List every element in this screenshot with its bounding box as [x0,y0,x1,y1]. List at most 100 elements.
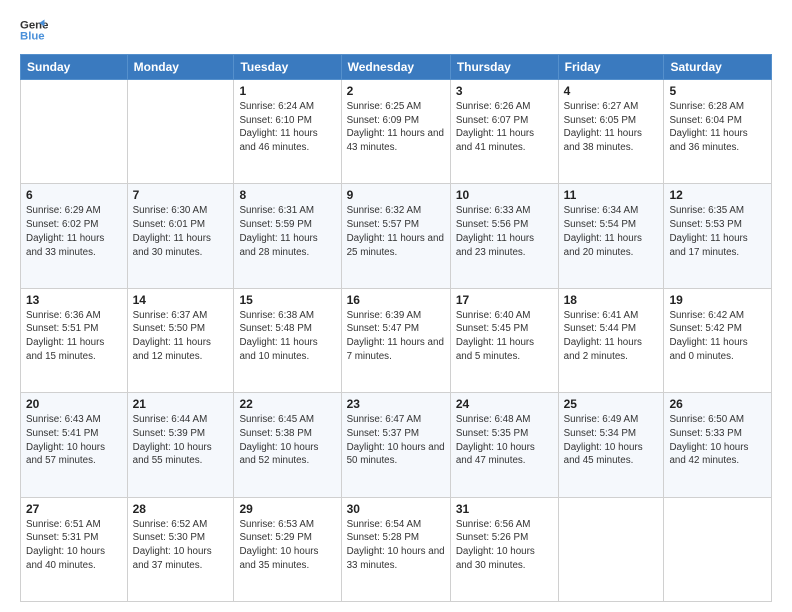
day-number: 1 [239,84,335,98]
calendar-cell: 18 Sunrise: 6:41 AMSunset: 5:44 PMDayligh… [558,288,664,392]
week-row-3: 13 Sunrise: 6:36 AMSunset: 5:51 PMDayligh… [21,288,772,392]
calendar-cell: 15Sunrise: 6:38 AMSunset: 5:48 PMDayligh… [234,288,341,392]
day-detail: Sunrise: 6:30 AMSunset: 6:01 PMDaylight:… [133,204,229,259]
day-number: 31 [456,502,553,516]
day-number: 10 [456,188,553,202]
day-detail: Sunrise: 6:54 AMSunset: 5:28 PMDaylight:… [347,518,445,573]
calendar-cell: 10 Sunrise: 6:33 AMSunset: 5:56 PMDayligh… [450,184,558,288]
calendar-cell: 12 Sunrise: 6:35 AMSunset: 5:53 PMDayligh… [664,184,772,288]
calendar-cell: 19 Sunrise: 6:42 AMSunset: 5:42 PMDayligh… [664,288,772,392]
day-detail: Sunrise: 6:56 AMSunset: 5:26 PMDaylight:… [456,518,553,573]
day-detail: Sunrise: 6:29 AMSunset: 6:02 PMDaylight:… [26,204,122,259]
day-number: 13 [26,293,122,307]
calendar-body: 1 Sunrise: 6:24 AMSunset: 6:10 PMDaylight… [21,80,772,602]
day-detail: Sunrise: 6:31 AMSunset: 5:59 PMDaylight:… [239,204,335,259]
day-detail: Sunrise: 6:28 AMSunset: 6:04 PMDaylight:… [669,100,766,155]
calendar-cell: 8 Sunrise: 6:31 AMSunset: 5:59 PMDaylight… [234,184,341,288]
week-row-2: 6 Sunrise: 6:29 AMSunset: 6:02 PMDaylight… [21,184,772,288]
day-number: 21 [133,397,229,411]
day-number: 30 [347,502,445,516]
day-number: 18 [564,293,659,307]
day-detail: Sunrise: 6:44 AMSunset: 5:39 PMDaylight:… [133,413,229,468]
calendar-cell: 5 Sunrise: 6:28 AMSunset: 6:04 PMDaylight… [664,80,772,184]
calendar-cell: 25 Sunrise: 6:49 AMSunset: 5:34 PMDayligh… [558,393,664,497]
day-detail: Sunrise: 6:35 AMSunset: 5:53 PMDaylight:… [669,204,766,259]
day-number: 12 [669,188,766,202]
calendar-cell: 13 Sunrise: 6:36 AMSunset: 5:51 PMDayligh… [21,288,128,392]
day-number: 3 [456,84,553,98]
calendar-cell: 23Sunrise: 6:47 AMSunset: 5:37 PMDayligh… [341,393,450,497]
week-row-5: 27Sunrise: 6:51 AMSunset: 5:31 PMDayligh… [21,497,772,601]
header: General Blue [20,16,772,44]
calendar-cell: 20 Sunrise: 6:43 AMSunset: 5:41 PMDayligh… [21,393,128,497]
calendar-cell: 7Sunrise: 6:30 AMSunset: 6:01 PMDaylight… [127,184,234,288]
day-detail: Sunrise: 6:26 AMSunset: 6:07 PMDaylight:… [456,100,553,155]
day-number: 22 [239,397,335,411]
logo-icon: General Blue [20,16,48,44]
day-detail: Sunrise: 6:27 AMSunset: 6:05 PMDaylight:… [564,100,659,155]
calendar-cell: 28 Sunrise: 6:52 AMSunset: 5:30 PMDayligh… [127,497,234,601]
day-number: 25 [564,397,659,411]
calendar-table: SundayMondayTuesdayWednesdayThursdayFrid… [20,54,772,602]
calendar-cell [664,497,772,601]
day-detail: Sunrise: 6:45 AMSunset: 5:38 PMDaylight:… [239,413,335,468]
day-detail: Sunrise: 6:33 AMSunset: 5:56 PMDaylight:… [456,204,553,259]
day-detail: Sunrise: 6:39 AMSunset: 5:47 PMDaylight:… [347,309,445,364]
day-detail: Sunrise: 6:51 AMSunset: 5:31 PMDaylight:… [26,518,122,573]
calendar-page: General Blue SundayMondayTuesdayWednesda… [0,0,792,612]
day-number: 5 [669,84,766,98]
weekday-header-friday: Friday [558,55,664,80]
calendar-cell: 2 Sunrise: 6:25 AMSunset: 6:09 PMDaylight… [341,80,450,184]
weekday-header-thursday: Thursday [450,55,558,80]
calendar-cell: 3 Sunrise: 6:26 AMSunset: 6:07 PMDaylight… [450,80,558,184]
calendar-cell: 26Sunrise: 6:50 AMSunset: 5:33 PMDayligh… [664,393,772,497]
week-row-4: 20 Sunrise: 6:43 AMSunset: 5:41 PMDayligh… [21,393,772,497]
weekday-header-monday: Monday [127,55,234,80]
calendar-cell: 6 Sunrise: 6:29 AMSunset: 6:02 PMDaylight… [21,184,128,288]
day-detail: Sunrise: 6:42 AMSunset: 5:42 PMDaylight:… [669,309,766,364]
weekday-header-row: SundayMondayTuesdayWednesdayThursdayFrid… [21,55,772,80]
day-number: 9 [347,188,445,202]
day-detail: Sunrise: 6:52 AMSunset: 5:30 PMDaylight:… [133,518,229,573]
calendar-cell: 31 Sunrise: 6:56 AMSunset: 5:26 PMDayligh… [450,497,558,601]
calendar-cell: 17 Sunrise: 6:40 AMSunset: 5:45 PMDayligh… [450,288,558,392]
day-detail: Sunrise: 6:41 AMSunset: 5:44 PMDaylight:… [564,309,659,364]
day-detail: Sunrise: 6:47 AMSunset: 5:37 PMDaylight:… [347,413,445,468]
day-number: 20 [26,397,122,411]
calendar-cell: 30 Sunrise: 6:54 AMSunset: 5:28 PMDayligh… [341,497,450,601]
calendar-cell [21,80,128,184]
day-number: 26 [669,397,766,411]
weekday-header-tuesday: Tuesday [234,55,341,80]
day-detail: Sunrise: 6:43 AMSunset: 5:41 PMDaylight:… [26,413,122,468]
calendar-cell: 24Sunrise: 6:48 AMSunset: 5:35 PMDayligh… [450,393,558,497]
day-number: 8 [239,188,335,202]
calendar-cell [127,80,234,184]
weekday-header-wednesday: Wednesday [341,55,450,80]
day-detail: Sunrise: 6:37 AMSunset: 5:50 PMDaylight:… [133,309,229,364]
day-detail: Sunrise: 6:53 AMSunset: 5:29 PMDaylight:… [239,518,335,573]
day-detail: Sunrise: 6:36 AMSunset: 5:51 PMDaylight:… [26,309,122,364]
calendar-cell: 11Sunrise: 6:34 AMSunset: 5:54 PMDayligh… [558,184,664,288]
day-detail: Sunrise: 6:48 AMSunset: 5:35 PMDaylight:… [456,413,553,468]
calendar-cell: 21 Sunrise: 6:44 AMSunset: 5:39 PMDayligh… [127,393,234,497]
day-detail: Sunrise: 6:49 AMSunset: 5:34 PMDaylight:… [564,413,659,468]
day-detail: Sunrise: 6:24 AMSunset: 6:10 PMDaylight:… [239,100,335,155]
day-number: 17 [456,293,553,307]
day-number: 2 [347,84,445,98]
day-detail: Sunrise: 6:34 AMSunset: 5:54 PMDaylight:… [564,204,659,259]
calendar-cell: 16 Sunrise: 6:39 AMSunset: 5:47 PMDayligh… [341,288,450,392]
day-number: 16 [347,293,445,307]
day-number: 29 [239,502,335,516]
weekday-header-sunday: Sunday [21,55,128,80]
day-number: 28 [133,502,229,516]
calendar-cell: 27Sunrise: 6:51 AMSunset: 5:31 PMDayligh… [21,497,128,601]
day-detail: Sunrise: 6:25 AMSunset: 6:09 PMDaylight:… [347,100,445,155]
weekday-header-saturday: Saturday [664,55,772,80]
calendar-cell: 22 Sunrise: 6:45 AMSunset: 5:38 PMDayligh… [234,393,341,497]
day-number: 19 [669,293,766,307]
day-number: 6 [26,188,122,202]
day-detail: Sunrise: 6:40 AMSunset: 5:45 PMDaylight:… [456,309,553,364]
day-number: 4 [564,84,659,98]
day-number: 14 [133,293,229,307]
svg-text:Blue: Blue [20,31,45,43]
